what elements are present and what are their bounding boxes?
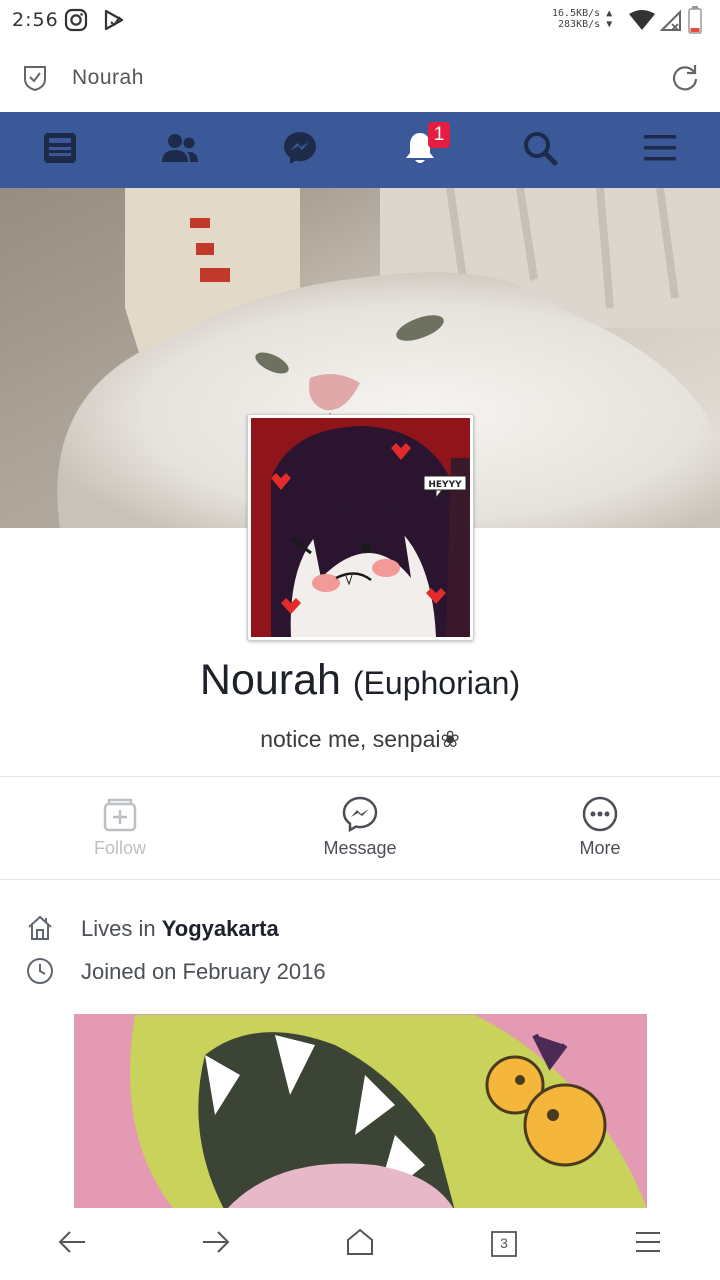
joined-row: Joined on February 2016 <box>0 951 720 991</box>
nav-news-feed[interactable] <box>0 112 120 188</box>
menu-icon <box>634 1230 662 1259</box>
nav-menu[interactable] <box>600 112 720 188</box>
lives-in-city[interactable]: Yogyakarta <box>162 916 279 941</box>
arrow-left-icon <box>57 1230 87 1259</box>
follow-label: Follow <box>93 838 146 858</box>
notification-badge: 1 <box>428 122 450 148</box>
shield-check-icon <box>22 64 48 92</box>
net-up: 16.5KB/s <box>552 8 601 19</box>
profile-bio: notice me, senpai❀ <box>260 726 460 752</box>
back-button[interactable] <box>52 1224 92 1264</box>
profile-alternate-name: (Euphorian) <box>352 665 521 701</box>
instagram-icon <box>64 8 88 32</box>
profile-actions: Follow Message More <box>0 778 720 878</box>
divider <box>0 776 720 777</box>
follow-icon <box>102 796 138 832</box>
profile-picture[interactable]: HEYYY <box>247 414 474 641</box>
search-icon <box>522 130 558 171</box>
refresh-icon[interactable] <box>670 62 700 92</box>
signal-icon <box>659 9 684 34</box>
tabs-icon: 3 <box>491 1231 517 1257</box>
nav-messenger[interactable] <box>240 112 360 188</box>
status-time: 2:56 <box>12 9 59 31</box>
nav-search[interactable] <box>480 112 600 188</box>
play-store-icon <box>102 8 126 32</box>
menu-icon <box>643 133 677 168</box>
arrow-right-icon <box>201 1230 231 1259</box>
divider <box>0 879 720 880</box>
more-icon <box>582 796 618 832</box>
follow-button[interactable]: Follow <box>0 778 240 878</box>
net-down: 283KB/s <box>558 19 601 30</box>
lives-in-text: Lives in Yogyakarta <box>81 916 279 942</box>
browser-address-bar[interactable]: Nourah <box>0 44 720 112</box>
friends-icon <box>161 132 199 169</box>
tabs-count: 3 <box>500 1235 508 1251</box>
battery-icon <box>688 6 712 34</box>
message-button[interactable]: Message <box>240 778 480 878</box>
more-label: More <box>579 838 621 858</box>
browser-bottom-nav: 3 <box>0 1208 720 1280</box>
lives-in-prefix: Lives in <box>81 916 156 941</box>
tabs-button[interactable]: 3 <box>484 1224 524 1264</box>
messenger-icon <box>342 796 378 833</box>
nav-friends[interactable] <box>120 112 240 188</box>
nav-notifications[interactable]: 1 <box>360 112 480 188</box>
browser-menu-button[interactable] <box>628 1224 668 1264</box>
message-label: Message <box>323 838 397 858</box>
page-title[interactable]: Nourah <box>72 66 144 90</box>
profile-main-name: Nourah <box>199 656 341 704</box>
facebook-top-nav: 1 <box>0 112 720 188</box>
forward-button[interactable] <box>196 1224 236 1264</box>
status-bar: 2:56 16.5KB/s ▲ 283KB/s ▼ <box>0 0 720 44</box>
joined-text: Joined on February 2016 <box>81 959 326 984</box>
avatar-caption: HEYYY <box>428 480 462 490</box>
wifi-icon <box>628 10 655 34</box>
more-button[interactable]: More <box>480 778 720 878</box>
home-icon <box>345 1228 375 1261</box>
home-button[interactable] <box>340 1224 380 1264</box>
lives-in-row: Lives in Yogyakarta <box>0 908 720 948</box>
news-feed-icon <box>43 132 77 169</box>
net-speed: 16.5KB/s ▲ 283KB/s ▼ <box>552 8 613 30</box>
home-icon <box>26 914 54 942</box>
messenger-icon <box>282 130 318 171</box>
clock-icon <box>26 957 54 985</box>
profile-name: Nourah (Euphorian) <box>0 656 720 705</box>
featured-photo[interactable] <box>74 1014 647 1210</box>
